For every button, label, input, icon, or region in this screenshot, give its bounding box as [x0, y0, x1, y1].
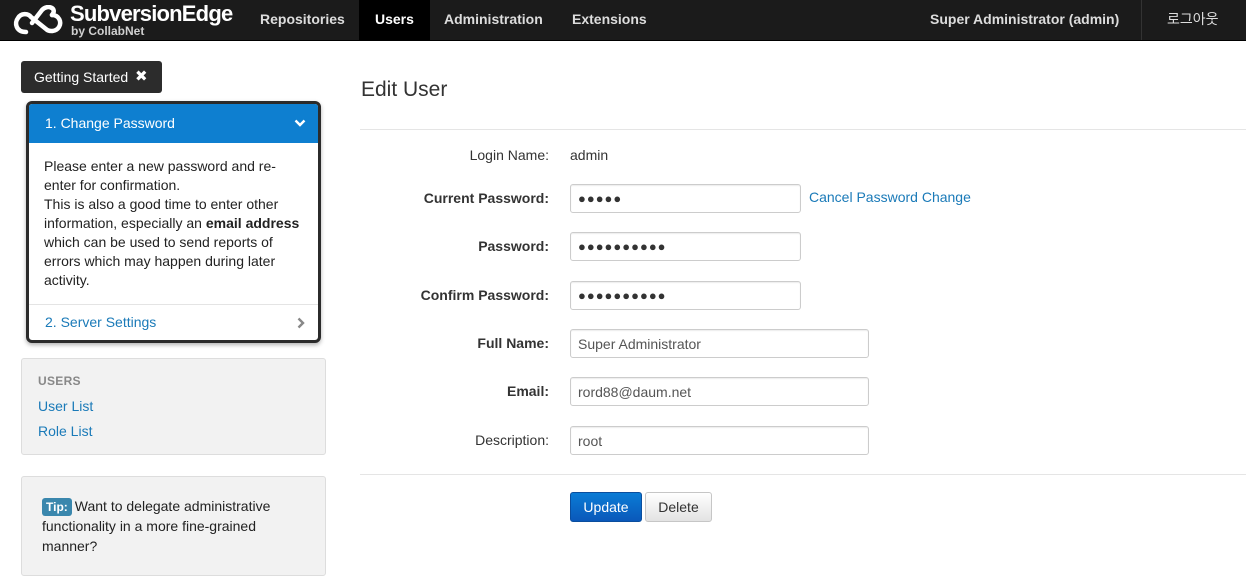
logout-link[interactable]: 로그아웃: [1151, 0, 1235, 40]
sidebar-item-user-list[interactable]: User List: [38, 398, 93, 414]
description-label: Description:: [475, 432, 549, 448]
page-title: Edit User: [361, 78, 448, 101]
step1-text-1: Please enter a new password and re-enter…: [44, 158, 276, 193]
email-label: Email:: [506, 383, 549, 399]
chevron-down-icon: [294, 119, 306, 127]
step1-description: Please enter a new password and re-enter…: [29, 143, 318, 304]
users-section-header: USERS: [38, 374, 81, 388]
getting-started-wizard: 1. Change Password Please enter a new pa…: [26, 101, 321, 343]
password-field[interactable]: [570, 232, 801, 261]
confirm-password-field[interactable]: [570, 281, 801, 310]
tip-badge: Tip:: [42, 498, 72, 516]
description-field[interactable]: [570, 426, 869, 455]
tip-text: Want to delegate administrative function…: [42, 498, 271, 554]
step2-title: 2. Server Settings: [45, 314, 157, 330]
wizard-step-change-password[interactable]: 1. Change Password: [29, 104, 318, 143]
brand-logo[interactable]: SubversionEdge by CollabNet: [12, 1, 237, 39]
delete-button[interactable]: Delete: [645, 492, 712, 522]
divider: [360, 129, 1246, 130]
getting-started-label: Getting Started: [34, 69, 129, 85]
sidebar-item-role-list[interactable]: Role List: [38, 423, 92, 439]
email-field[interactable]: [570, 377, 869, 406]
update-button[interactable]: Update: [570, 492, 642, 522]
step1-text-bold: email address: [205, 215, 300, 231]
login-name-value: admin: [570, 147, 609, 163]
login-name-label: Login Name:: [469, 147, 549, 163]
wizard-step-server-settings[interactable]: 2. Server Settings: [29, 304, 318, 340]
nav-repositories[interactable]: Repositories: [244, 0, 361, 40]
step1-title: 1. Change Password: [45, 115, 175, 131]
brand-subtitle: by CollabNet: [71, 24, 145, 38]
current-password-field[interactable]: [570, 184, 801, 213]
tip-text-block: Tip: Want to delegate administrative func…: [42, 496, 292, 556]
top-navbar: SubversionEdge by CollabNet Repositories…: [0, 0, 1246, 41]
divider: [360, 474, 1246, 475]
nav-divider: [1141, 0, 1142, 40]
full-name-label: Full Name:: [477, 335, 549, 351]
close-icon[interactable]: ✖: [135, 61, 148, 93]
cancel-password-change-link[interactable]: Cancel Password Change: [809, 189, 971, 205]
chevron-right-icon: [297, 317, 305, 329]
nav-users[interactable]: Users: [359, 0, 430, 40]
step1-text-3: which can be used to send reports of err…: [44, 234, 276, 288]
confirm-password-label: Confirm Password:: [420, 287, 549, 303]
current-user-menu[interactable]: Super Administrator (admin): [914, 0, 1135, 40]
password-label: Password:: [478, 238, 549, 254]
tip-panel: Tip: Want to delegate administrative func…: [21, 476, 326, 576]
nav-extensions[interactable]: Extensions: [556, 0, 663, 40]
collabnet-logo-icon: [13, 5, 63, 35]
current-password-label: Current Password:: [423, 190, 549, 206]
nav-administration[interactable]: Administration: [428, 0, 559, 40]
getting-started-tab[interactable]: Getting Started ✖: [21, 61, 162, 93]
users-sidebar-panel: USERS User List Role List: [21, 358, 326, 455]
full-name-field[interactable]: [570, 329, 869, 358]
